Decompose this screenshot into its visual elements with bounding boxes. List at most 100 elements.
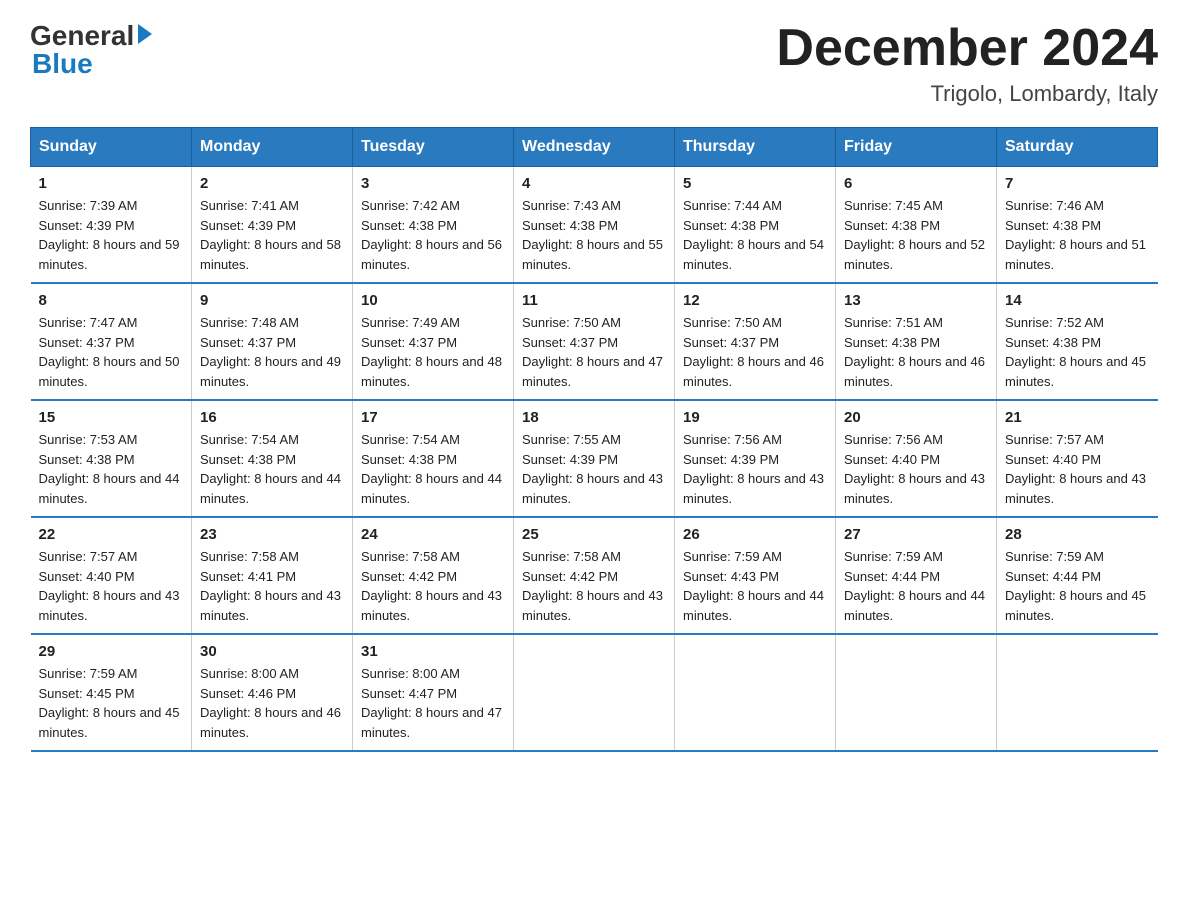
day-number: 6 bbox=[844, 175, 988, 192]
day-info: Sunrise: 7:54 AMSunset: 4:38 PMDaylight:… bbox=[361, 430, 505, 508]
day-cell: 31 Sunrise: 8:00 AMSunset: 4:47 PMDaylig… bbox=[353, 634, 514, 751]
day-info: Sunrise: 7:48 AMSunset: 4:37 PMDaylight:… bbox=[200, 313, 344, 391]
day-cell: 25 Sunrise: 7:58 AMSunset: 4:42 PMDaylig… bbox=[514, 517, 675, 634]
week-row-1: 1 Sunrise: 7:39 AMSunset: 4:39 PMDayligh… bbox=[31, 167, 1158, 284]
day-number: 5 bbox=[683, 175, 827, 192]
day-number: 8 bbox=[39, 292, 184, 309]
day-info: Sunrise: 7:56 AMSunset: 4:39 PMDaylight:… bbox=[683, 430, 827, 508]
logo-blue-text: Blue bbox=[30, 48, 93, 80]
header-cell-monday: Monday bbox=[192, 128, 353, 167]
day-number: 30 bbox=[200, 643, 344, 660]
day-info: Sunrise: 7:46 AMSunset: 4:38 PMDaylight:… bbox=[1005, 196, 1150, 274]
day-cell bbox=[675, 634, 836, 751]
header-cell-sunday: Sunday bbox=[31, 128, 192, 167]
day-number: 29 bbox=[39, 643, 184, 660]
day-number: 9 bbox=[200, 292, 344, 309]
day-info: Sunrise: 7:58 AMSunset: 4:41 PMDaylight:… bbox=[200, 547, 344, 625]
day-info: Sunrise: 7:50 AMSunset: 4:37 PMDaylight:… bbox=[683, 313, 827, 391]
day-number: 22 bbox=[39, 526, 184, 543]
day-info: Sunrise: 7:47 AMSunset: 4:37 PMDaylight:… bbox=[39, 313, 184, 391]
day-info: Sunrise: 7:59 AMSunset: 4:44 PMDaylight:… bbox=[1005, 547, 1150, 625]
day-number: 18 bbox=[522, 409, 666, 426]
header-cell-friday: Friday bbox=[836, 128, 997, 167]
day-number: 26 bbox=[683, 526, 827, 543]
day-cell bbox=[997, 634, 1158, 751]
week-row-2: 8 Sunrise: 7:47 AMSunset: 4:37 PMDayligh… bbox=[31, 283, 1158, 400]
day-cell: 23 Sunrise: 7:58 AMSunset: 4:41 PMDaylig… bbox=[192, 517, 353, 634]
day-cell: 15 Sunrise: 7:53 AMSunset: 4:38 PMDaylig… bbox=[31, 400, 192, 517]
day-number: 1 bbox=[39, 175, 184, 192]
day-number: 25 bbox=[522, 526, 666, 543]
day-cell: 6 Sunrise: 7:45 AMSunset: 4:38 PMDayligh… bbox=[836, 167, 997, 284]
day-info: Sunrise: 7:58 AMSunset: 4:42 PMDaylight:… bbox=[522, 547, 666, 625]
day-info: Sunrise: 7:53 AMSunset: 4:38 PMDaylight:… bbox=[39, 430, 184, 508]
day-info: Sunrise: 7:55 AMSunset: 4:39 PMDaylight:… bbox=[522, 430, 666, 508]
day-cell: 27 Sunrise: 7:59 AMSunset: 4:44 PMDaylig… bbox=[836, 517, 997, 634]
location-text: Trigolo, Lombardy, Italy bbox=[776, 81, 1158, 107]
day-cell: 8 Sunrise: 7:47 AMSunset: 4:37 PMDayligh… bbox=[31, 283, 192, 400]
day-cell: 22 Sunrise: 7:57 AMSunset: 4:40 PMDaylig… bbox=[31, 517, 192, 634]
day-number: 2 bbox=[200, 175, 344, 192]
week-row-3: 15 Sunrise: 7:53 AMSunset: 4:38 PMDaylig… bbox=[31, 400, 1158, 517]
calendar-header: SundayMondayTuesdayWednesdayThursdayFrid… bbox=[31, 128, 1158, 167]
week-row-4: 22 Sunrise: 7:57 AMSunset: 4:40 PMDaylig… bbox=[31, 517, 1158, 634]
day-info: Sunrise: 7:43 AMSunset: 4:38 PMDaylight:… bbox=[522, 196, 666, 274]
day-number: 10 bbox=[361, 292, 505, 309]
day-info: Sunrise: 8:00 AMSunset: 4:47 PMDaylight:… bbox=[361, 664, 505, 742]
day-number: 4 bbox=[522, 175, 666, 192]
day-cell: 28 Sunrise: 7:59 AMSunset: 4:44 PMDaylig… bbox=[997, 517, 1158, 634]
day-number: 16 bbox=[200, 409, 344, 426]
day-number: 31 bbox=[361, 643, 505, 660]
day-number: 3 bbox=[361, 175, 505, 192]
week-row-5: 29 Sunrise: 7:59 AMSunset: 4:45 PMDaylig… bbox=[31, 634, 1158, 751]
day-number: 15 bbox=[39, 409, 184, 426]
day-number: 12 bbox=[683, 292, 827, 309]
day-info: Sunrise: 7:51 AMSunset: 4:38 PMDaylight:… bbox=[844, 313, 988, 391]
day-cell: 20 Sunrise: 7:56 AMSunset: 4:40 PMDaylig… bbox=[836, 400, 997, 517]
day-cell: 11 Sunrise: 7:50 AMSunset: 4:37 PMDaylig… bbox=[514, 283, 675, 400]
day-cell: 12 Sunrise: 7:50 AMSunset: 4:37 PMDaylig… bbox=[675, 283, 836, 400]
day-info: Sunrise: 7:42 AMSunset: 4:38 PMDaylight:… bbox=[361, 196, 505, 274]
day-cell: 9 Sunrise: 7:48 AMSunset: 4:37 PMDayligh… bbox=[192, 283, 353, 400]
day-info: Sunrise: 7:56 AMSunset: 4:40 PMDaylight:… bbox=[844, 430, 988, 508]
day-number: 27 bbox=[844, 526, 988, 543]
day-cell: 3 Sunrise: 7:42 AMSunset: 4:38 PMDayligh… bbox=[353, 167, 514, 284]
day-cell: 5 Sunrise: 7:44 AMSunset: 4:38 PMDayligh… bbox=[675, 167, 836, 284]
day-cell: 18 Sunrise: 7:55 AMSunset: 4:39 PMDaylig… bbox=[514, 400, 675, 517]
title-block: December 2024 Trigolo, Lombardy, Italy bbox=[776, 20, 1158, 107]
logo: General Blue bbox=[30, 20, 152, 80]
day-number: 11 bbox=[522, 292, 666, 309]
day-cell: 7 Sunrise: 7:46 AMSunset: 4:38 PMDayligh… bbox=[997, 167, 1158, 284]
day-cell: 10 Sunrise: 7:49 AMSunset: 4:37 PMDaylig… bbox=[353, 283, 514, 400]
day-cell bbox=[836, 634, 997, 751]
day-cell: 26 Sunrise: 7:59 AMSunset: 4:43 PMDaylig… bbox=[675, 517, 836, 634]
calendar-table: SundayMondayTuesdayWednesdayThursdayFrid… bbox=[30, 127, 1158, 752]
day-cell: 13 Sunrise: 7:51 AMSunset: 4:38 PMDaylig… bbox=[836, 283, 997, 400]
month-title: December 2024 bbox=[776, 20, 1158, 77]
day-cell: 1 Sunrise: 7:39 AMSunset: 4:39 PMDayligh… bbox=[31, 167, 192, 284]
day-number: 21 bbox=[1005, 409, 1150, 426]
day-cell: 17 Sunrise: 7:54 AMSunset: 4:38 PMDaylig… bbox=[353, 400, 514, 517]
day-number: 24 bbox=[361, 526, 505, 543]
day-cell: 19 Sunrise: 7:56 AMSunset: 4:39 PMDaylig… bbox=[675, 400, 836, 517]
day-cell: 14 Sunrise: 7:52 AMSunset: 4:38 PMDaylig… bbox=[997, 283, 1158, 400]
day-number: 17 bbox=[361, 409, 505, 426]
day-info: Sunrise: 7:59 AMSunset: 4:43 PMDaylight:… bbox=[683, 547, 827, 625]
day-info: Sunrise: 7:44 AMSunset: 4:38 PMDaylight:… bbox=[683, 196, 827, 274]
day-cell: 4 Sunrise: 7:43 AMSunset: 4:38 PMDayligh… bbox=[514, 167, 675, 284]
day-info: Sunrise: 7:50 AMSunset: 4:37 PMDaylight:… bbox=[522, 313, 666, 391]
day-cell: 29 Sunrise: 7:59 AMSunset: 4:45 PMDaylig… bbox=[31, 634, 192, 751]
header-cell-tuesday: Tuesday bbox=[353, 128, 514, 167]
day-info: Sunrise: 7:59 AMSunset: 4:44 PMDaylight:… bbox=[844, 547, 988, 625]
day-info: Sunrise: 7:39 AMSunset: 4:39 PMDaylight:… bbox=[39, 196, 184, 274]
day-number: 7 bbox=[1005, 175, 1150, 192]
day-info: Sunrise: 7:41 AMSunset: 4:39 PMDaylight:… bbox=[200, 196, 344, 274]
header-row: SundayMondayTuesdayWednesdayThursdayFrid… bbox=[31, 128, 1158, 167]
day-info: Sunrise: 7:52 AMSunset: 4:38 PMDaylight:… bbox=[1005, 313, 1150, 391]
day-number: 14 bbox=[1005, 292, 1150, 309]
day-cell: 30 Sunrise: 8:00 AMSunset: 4:46 PMDaylig… bbox=[192, 634, 353, 751]
day-cell bbox=[514, 634, 675, 751]
day-number: 23 bbox=[200, 526, 344, 543]
day-info: Sunrise: 7:54 AMSunset: 4:38 PMDaylight:… bbox=[200, 430, 344, 508]
day-info: Sunrise: 8:00 AMSunset: 4:46 PMDaylight:… bbox=[200, 664, 344, 742]
